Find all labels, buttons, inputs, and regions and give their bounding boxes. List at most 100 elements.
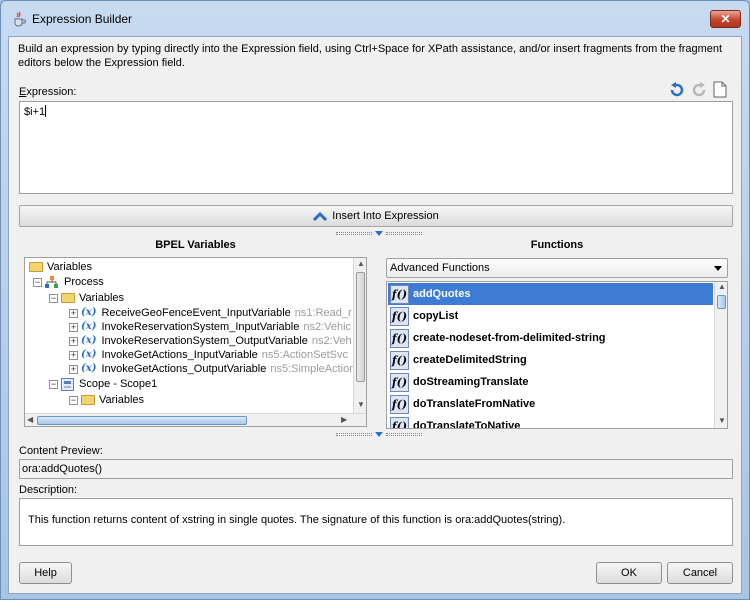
function-item[interactable]: f() doTranslateToNative	[388, 415, 713, 429]
splitter-grip	[336, 232, 372, 235]
expand-toggle[interactable]: +	[69, 350, 78, 360]
scroll-thumb[interactable]	[717, 295, 726, 309]
function-item[interactable]: f() doTranslateFromNative	[388, 393, 713, 415]
scroll-down-arrow-icon[interactable]: ▼	[718, 416, 726, 425]
expand-toggle[interactable]: +	[69, 322, 78, 332]
dialog-body: Build an expression by typing directly i…	[8, 36, 742, 594]
tree-item[interactable]: − Variables	[49, 291, 124, 305]
undo-icon[interactable]	[669, 81, 686, 98]
tree-item-label: Scope - Scope1	[79, 378, 158, 390]
variables-tree[interactable]: Variables − Process − Variables + (x) Re…	[24, 257, 367, 427]
redo-icon[interactable]	[690, 81, 707, 98]
expand-toggle[interactable]: +	[69, 308, 78, 318]
function-item[interactable]: f() copyList	[388, 305, 713, 327]
expression-builder-dialog: Expression Builder ✕ Build an expression…	[0, 0, 750, 600]
tree-item[interactable]: + (x) ReceiveGeoFenceEvent_InputVariable…	[69, 306, 352, 320]
collapse-arrow-icon[interactable]	[375, 231, 383, 236]
tree-item[interactable]: − Variables	[69, 393, 144, 407]
folder-icon	[29, 262, 43, 272]
collapse-toggle[interactable]: −	[49, 379, 58, 389]
function-icon: f()	[390, 416, 409, 428]
function-name: createDelimitedString	[413, 354, 527, 366]
tree-horizontal-scrollbar[interactable]: ◀ ▶	[25, 413, 366, 426]
description-field: This function returns content of xstring…	[19, 498, 733, 546]
ok-button[interactable]: OK	[596, 562, 662, 584]
tree-vertical-scrollbar[interactable]: ▲ ▼	[353, 258, 366, 414]
tree-item-label: Variables	[79, 292, 125, 304]
variable-icon: (x)	[81, 363, 97, 374]
expression-toolbar	[669, 81, 728, 98]
expression-label-text: xpression:	[26, 86, 77, 98]
collapse-toggle[interactable]: −	[49, 293, 58, 303]
new-document-icon[interactable]	[711, 81, 728, 98]
function-name: doStreamingTranslate	[413, 376, 529, 388]
scroll-left-arrow-icon[interactable]: ◀	[27, 415, 33, 424]
tree-item-label: InvokeReservationSystem_InputVariable	[101, 321, 300, 333]
expand-toggle[interactable]: +	[69, 336, 78, 346]
help-button[interactable]: Help	[19, 562, 72, 584]
expression-value: $i+1	[24, 106, 46, 118]
tree-item-label: Variables	[47, 261, 93, 273]
title-bar: Expression Builder ✕	[1, 1, 749, 37]
scroll-down-arrow-icon[interactable]: ▼	[357, 400, 365, 409]
functions-vertical-scrollbar[interactable]: ▲ ▼	[714, 282, 727, 428]
tree-item-label: ReceiveGeoFenceEvent_InputVariable	[101, 307, 291, 319]
scroll-thumb[interactable]	[356, 272, 365, 382]
tree-item-label: InvokeGetActions_InputVariable	[101, 349, 258, 361]
function-icon: f()	[390, 306, 409, 326]
function-item[interactable]: f() doStreamingTranslate	[388, 371, 713, 393]
tree-item[interactable]: Variables	[29, 260, 92, 274]
functions-list[interactable]: f() addQuotes f() copyList f() create-no…	[386, 281, 728, 429]
tree-item[interactable]: + (x) InvokeReservationSystem_OutputVari…	[69, 334, 352, 348]
insert-button-label: Insert Into Expression	[332, 210, 439, 222]
cancel-button[interactable]: Cancel	[667, 562, 733, 584]
horizontal-splitter-bottom[interactable]	[336, 432, 422, 437]
chevron-up-icon	[313, 211, 328, 221]
description-label: Description:	[19, 484, 78, 496]
splitter-grip	[336, 433, 372, 436]
tree-item[interactable]: + (x) InvokeReservationSystem_InputVaria…	[69, 320, 351, 334]
tree-item[interactable]: + (x) InvokeGetActions_InputVariable ns5…	[69, 348, 348, 362]
expand-toggle[interactable]: +	[69, 364, 78, 374]
tree-item-label: Process	[64, 276, 104, 288]
horizontal-splitter-top[interactable]	[336, 231, 422, 236]
content-preview-field: ora:addQuotes()	[19, 459, 733, 479]
collapse-toggle[interactable]: −	[33, 277, 42, 287]
tree-item-type: ns5:ActionSetSvc	[261, 349, 348, 361]
collapse-toggle[interactable]: −	[69, 395, 78, 405]
scroll-up-arrow-icon[interactable]: ▲	[718, 282, 726, 291]
function-name: create-nodeset-from-delimited-string	[413, 332, 606, 344]
function-icon: f()	[390, 394, 409, 414]
text-cursor	[45, 105, 47, 117]
function-item[interactable]: f() createDelimitedString	[388, 349, 713, 371]
chevron-down-icon	[714, 266, 722, 271]
function-name: doTranslateFromNative	[413, 398, 536, 410]
variable-icon: (x)	[81, 335, 97, 346]
scope-icon	[61, 377, 74, 391]
tree-item-type: ns5:SimpleAction	[270, 363, 356, 375]
scroll-up-arrow-icon[interactable]: ▲	[357, 259, 365, 268]
tree-item[interactable]: + (x) InvokeGetActions_OutputVariable ns…	[69, 362, 355, 376]
expression-input[interactable]: $i+1	[19, 101, 733, 194]
scroll-right-arrow-icon[interactable]: ▶	[341, 415, 347, 424]
folder-icon	[81, 395, 95, 405]
tree-item-type: ns1:Read_r	[294, 307, 352, 319]
function-item[interactable]: f() addQuotes	[388, 283, 713, 305]
function-category-select[interactable]: Advanced Functions	[386, 258, 728, 278]
function-name: addQuotes	[413, 288, 471, 300]
tree-item[interactable]: − Scope - Scope1	[49, 377, 157, 391]
collapse-arrow-icon[interactable]	[375, 432, 383, 437]
function-name: copyList	[413, 310, 459, 322]
tree-item[interactable]: − Process	[33, 275, 104, 289]
java-cup-icon	[14, 11, 26, 27]
functions-heading: Functions	[530, 239, 584, 251]
scroll-thumb[interactable]	[37, 416, 247, 425]
tree-item-label: InvokeGetActions_OutputVariable	[101, 363, 267, 375]
function-name: doTranslateToNative	[413, 420, 521, 429]
function-category-value: Advanced Functions	[390, 262, 490, 274]
function-item[interactable]: f() create-nodeset-from-delimited-string	[388, 327, 713, 349]
close-button[interactable]: ✕	[710, 10, 741, 28]
splitter-grip	[386, 433, 422, 436]
insert-into-expression-button[interactable]: Insert Into Expression	[19, 205, 733, 227]
splitter-grip	[386, 232, 422, 235]
